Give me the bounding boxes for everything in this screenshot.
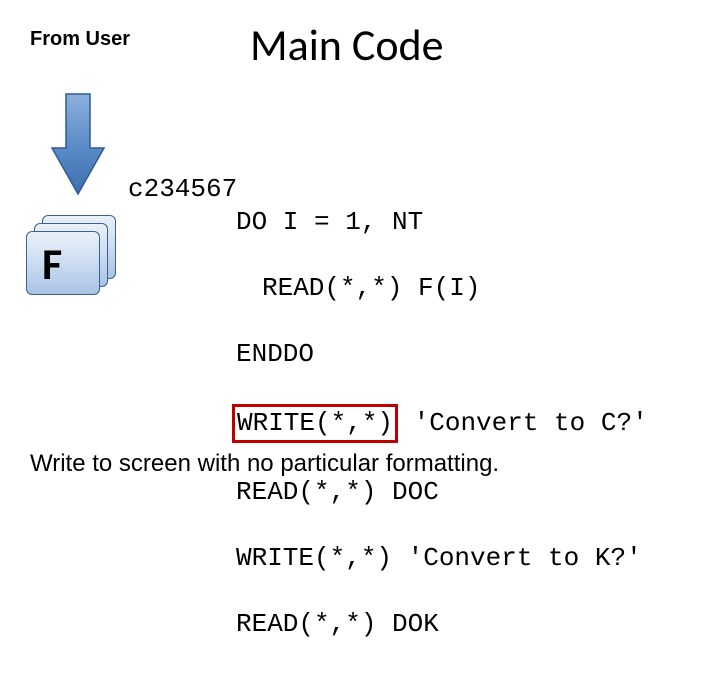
code-block: c234567 DO I = 1, NT READ(*,*) F(I) ENDD… bbox=[128, 140, 648, 674]
page-title: Main Code bbox=[250, 18, 444, 72]
file-letter: F bbox=[42, 237, 62, 291]
code-line: WRITE(*,*) 'Convert to K?' bbox=[236, 542, 648, 575]
file-card bbox=[26, 231, 100, 295]
code-line: DO I = 1, NT bbox=[236, 206, 648, 239]
code-line: READ(*,*) F(I) bbox=[262, 272, 648, 305]
code-text: 'Convert to C?' bbox=[398, 408, 648, 438]
code-line-highlighted: WRITE(*,*) 'Convert to C?' bbox=[236, 404, 648, 443]
from-user-label: From User bbox=[30, 28, 130, 51]
highlight-box: WRITE(*,*) bbox=[232, 404, 398, 443]
down-arrow-icon bbox=[48, 90, 108, 200]
code-line: READ(*,*) DOC bbox=[236, 476, 648, 509]
code-line: c234567 bbox=[128, 174, 237, 204]
caption-text: Write to screen with no particular forma… bbox=[30, 450, 499, 478]
file-stack: F bbox=[26, 215, 116, 295]
code-line: ENDDO bbox=[236, 338, 648, 371]
code-line: READ(*,*) DOK bbox=[236, 608, 648, 641]
